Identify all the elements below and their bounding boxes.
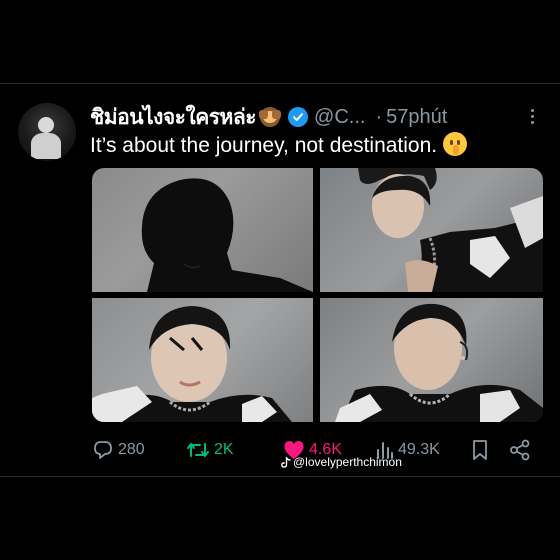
reply-button[interactable]: 280	[92, 436, 145, 464]
photo-3[interactable]	[92, 298, 313, 422]
tweet-card[interactable]: ชิม่อนไงจะใครหล่ะ @C... · 57phút It’s ab…	[0, 0, 560, 560]
tweet-header: ชิม่อนไงจะใครหล่ะ @C... · 57phút	[90, 104, 447, 130]
separator-dot: ·	[375, 105, 383, 128]
avatar[interactable]	[18, 103, 76, 161]
reply-icon	[94, 441, 112, 459]
photo-1[interactable]	[92, 168, 313, 292]
retweet-icon	[187, 443, 209, 457]
share-button[interactable]	[509, 436, 535, 464]
share-icon	[510, 439, 530, 461]
tiktok-watermark: @lovelyperthchimon	[281, 455, 402, 469]
timestamp[interactable]: 57phút	[386, 106, 447, 129]
watermark-text: @lovelyperthchimon	[293, 455, 402, 469]
retweet-count: 2K	[214, 441, 234, 458]
see-no-evil-monkey-icon	[258, 106, 282, 128]
reply-count: 280	[118, 441, 145, 458]
retweet-button[interactable]: 2K	[186, 436, 234, 464]
bookmark-button[interactable]	[471, 436, 493, 464]
user-handle[interactable]: @C...	[314, 106, 365, 129]
avatar-body	[31, 133, 61, 159]
shushing-face-icon	[443, 132, 468, 156]
verified-icon	[288, 107, 309, 127]
avatar-head	[38, 117, 54, 133]
more-icon[interactable]	[525, 106, 539, 128]
photo-4[interactable]	[320, 298, 543, 422]
tiktok-icon	[281, 456, 291, 468]
action-bar: 280 2K 4.6K 49.3K	[0, 436, 560, 464]
tweet-text: It’s about the journey, not destination.	[90, 132, 468, 158]
tweet-text-content: It’s about the journey, not destination.	[90, 134, 438, 157]
views-count: 49.3K	[398, 441, 440, 458]
bookmark-icon	[473, 440, 487, 460]
photo-2[interactable]	[320, 168, 543, 292]
display-name[interactable]: ชิม่อนไงจะใครหล่ะ	[90, 101, 257, 134]
media-grid[interactable]	[92, 168, 543, 422]
